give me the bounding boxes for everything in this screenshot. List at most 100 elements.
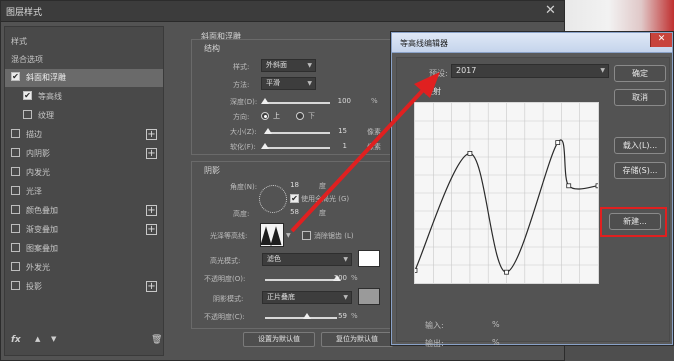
close-icon[interactable]: ✕ <box>650 33 672 47</box>
style-item[interactable]: 颜色叠加 + <box>5 202 163 220</box>
curve-point[interactable] <box>412 267 418 273</box>
move-up-icon[interactable]: ▲ <box>35 335 40 343</box>
shadow-color-swatch[interactable] <box>358 288 380 305</box>
style-item[interactable]: 内发光 <box>5 164 163 182</box>
new-button-highlight <box>600 207 667 237</box>
ok-button[interactable]: 确定 <box>614 65 666 82</box>
fx-icon[interactable]: fx <box>11 335 21 345</box>
highlight-color-swatch[interactable] <box>358 250 380 267</box>
soften-slider-thumb[interactable] <box>261 143 269 149</box>
style-item[interactable]: 渐变叠加 + <box>5 221 163 239</box>
contour-editor-title: 等高线编辑器 <box>400 39 448 48</box>
style-item-checkbox[interactable] <box>11 129 20 138</box>
angle-value[interactable]: 18 <box>271 181 299 192</box>
highlight-opacity-label: 不透明度(O): <box>204 275 246 283</box>
add-icon[interactable]: + <box>146 281 157 292</box>
cancel-button[interactable]: 取消 <box>614 89 666 106</box>
chevron-down-icon[interactable]: ▼ <box>286 232 291 239</box>
layer-style-titlebar: 图层样式 ✕ <box>1 1 564 22</box>
contour-preview-icon <box>260 226 282 247</box>
style-item-checkbox[interactable]: ✔ <box>11 72 20 81</box>
curve-point[interactable] <box>467 151 473 156</box>
style-item[interactable]: 图案叠加 <box>5 240 163 258</box>
reset-default-button[interactable]: 复位为默认值 <box>321 332 393 347</box>
style-item[interactable]: 纹理 <box>5 107 163 125</box>
contour-editor-dialog: 等高线编辑器 ✕ 预设: 2017 ▼ 映射 输入: % 输出: % 确定 取消 … <box>391 32 673 348</box>
close-icon[interactable]: ✕ <box>543 3 558 18</box>
style-item-checkbox[interactable] <box>11 262 20 271</box>
highlight-opacity-value[interactable]: 100 <box>319 274 347 285</box>
soften-value[interactable]: 1 <box>319 142 347 153</box>
direction-up-radio[interactable] <box>261 112 269 120</box>
move-down-icon[interactable]: ▼ <box>51 335 56 343</box>
style-item-checkbox[interactable] <box>11 224 20 233</box>
direction-label: 方向: <box>233 113 250 121</box>
style-item-label: 描边 <box>26 130 42 139</box>
add-icon[interactable]: + <box>146 129 157 140</box>
shadow-opacity-label: 不透明度(C): <box>204 313 245 321</box>
styles-header: 样式 <box>11 37 27 46</box>
style-item[interactable]: 光泽 <box>5 183 163 201</box>
make-default-button[interactable]: 设置为默认值 <box>243 332 315 347</box>
shadow-opacity-thumb[interactable] <box>303 313 312 319</box>
chevron-down-icon: ▼ <box>343 294 348 301</box>
curve-canvas[interactable] <box>412 103 601 283</box>
shadow-opacity-unit: % <box>351 312 358 320</box>
direction-down-radio[interactable] <box>296 112 304 120</box>
style-item[interactable]: 描边 + <box>5 126 163 144</box>
input-label: 输入: <box>425 321 444 330</box>
style-item[interactable]: 投影 + <box>5 278 163 296</box>
size-value[interactable]: 15 <box>319 127 347 138</box>
global-light-checkbox[interactable]: ✔ <box>290 194 299 203</box>
depth-label: 深度(D): <box>230 98 258 106</box>
style-item-checkbox[interactable] <box>11 186 20 195</box>
depth-slider-thumb[interactable] <box>261 98 269 104</box>
curve-point[interactable] <box>504 269 509 275</box>
style-item[interactable]: 外发光 <box>5 259 163 277</box>
altitude-value[interactable]: 58 <box>271 208 299 219</box>
style-item-checkbox[interactable] <box>11 167 20 176</box>
styles-footer: fx ▲ ▼ 🗑 <box>11 335 162 349</box>
style-item-checkbox[interactable] <box>11 281 20 290</box>
style-select[interactable]: 外斜面 ▼ <box>261 59 316 72</box>
highlight-mode-select[interactable]: 滤色 ▼ <box>262 253 352 266</box>
style-item-label: 斜面和浮雕 <box>26 73 66 82</box>
antialias-checkbox[interactable] <box>302 231 311 240</box>
preset-select[interactable]: 2017 ▼ <box>451 64 609 78</box>
structure-title: 结构 <box>204 44 220 53</box>
style-item-checkbox[interactable] <box>11 243 20 252</box>
style-item-checkbox[interactable]: ✔ <box>23 91 32 100</box>
direction-up-label: 上 <box>273 112 280 120</box>
curve-point[interactable] <box>595 183 601 189</box>
style-item-checkbox[interactable] <box>11 205 20 214</box>
style-item[interactable]: ✔ 斜面和浮雕 <box>5 69 163 87</box>
shadow-mode-label: 阴影模式: <box>213 295 244 303</box>
blend-options-item[interactable]: 混合选项 <box>5 51 163 69</box>
size-slider-thumb[interactable] <box>264 128 273 134</box>
style-item-label: 颜色叠加 <box>26 206 58 215</box>
load-button[interactable]: 载入(L)... <box>614 137 666 154</box>
gloss-contour-thumbnail[interactable] <box>260 223 284 247</box>
curve-point[interactable] <box>566 183 572 189</box>
curve-graph[interactable] <box>412 102 601 284</box>
add-icon[interactable]: + <box>146 148 157 159</box>
style-item-label: 纹理 <box>38 111 54 120</box>
style-item-checkbox[interactable] <box>11 148 20 157</box>
preset-value: 2017 <box>456 66 477 75</box>
save-button[interactable]: 存储(S)... <box>614 162 666 179</box>
trash-icon[interactable]: 🗑 <box>151 335 162 345</box>
depth-slider[interactable] <box>261 98 330 104</box>
add-icon[interactable]: + <box>146 205 157 216</box>
shading-title: 阴影 <box>204 166 220 175</box>
style-item[interactable]: 内阴影 + <box>5 145 163 163</box>
shadow-opacity-value[interactable]: 59 <box>319 312 347 323</box>
shadow-mode-select[interactable]: 正片叠底 ▼ <box>262 291 352 304</box>
style-item-checkbox[interactable] <box>23 110 32 119</box>
curve-point[interactable] <box>555 140 561 145</box>
method-select[interactable]: 平滑 ▼ <box>261 77 316 90</box>
style-item[interactable]: ✔ 等高线 <box>5 88 163 106</box>
depth-value[interactable]: 100 <box>323 97 351 108</box>
style-item-label: 投影 <box>26 282 42 291</box>
global-light-label: 使用全局光 (G) <box>301 195 350 203</box>
add-icon[interactable]: + <box>146 224 157 235</box>
